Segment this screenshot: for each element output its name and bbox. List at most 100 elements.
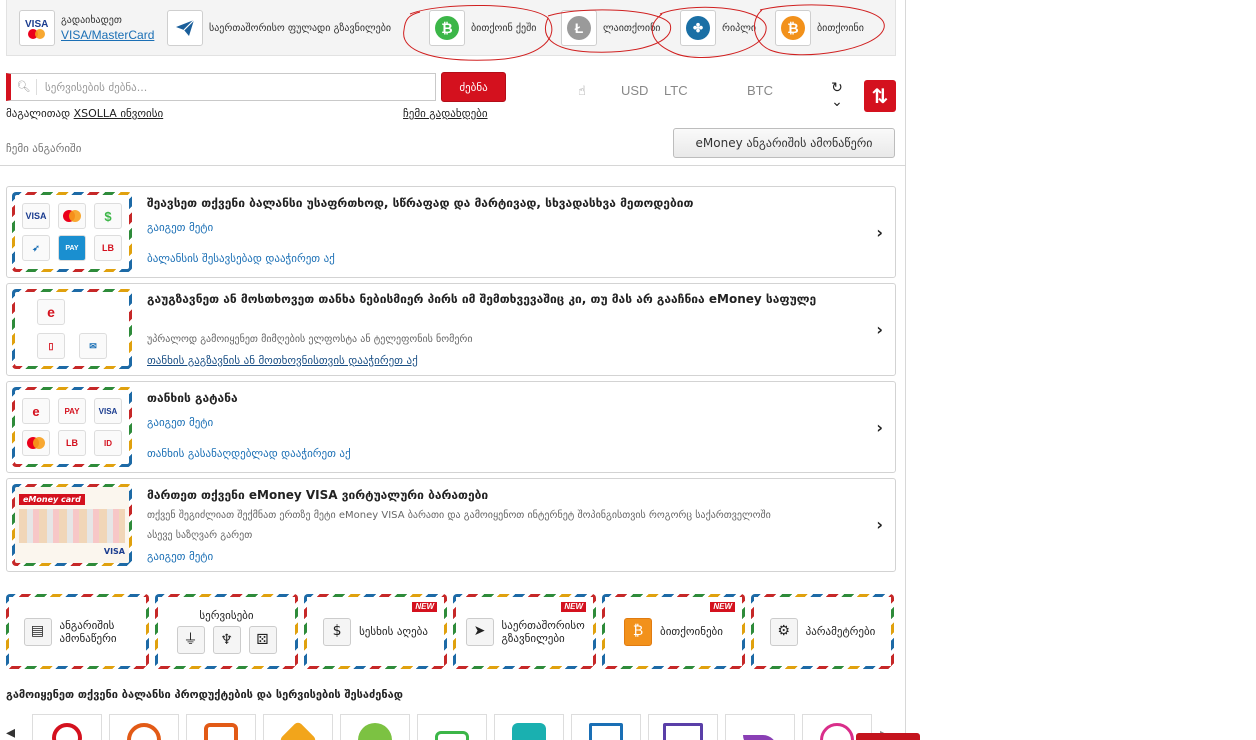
- paper-plane-icon: [167, 10, 203, 46]
- product-item[interactable]: [263, 714, 333, 740]
- method-international-transfers[interactable]: საერთაშორისო ფულადი გზავნილები: [167, 10, 391, 46]
- compass-logo-icon: [127, 723, 161, 740]
- gear-icon: ⚙: [769, 617, 798, 646]
- emoney-logo-icon: e: [22, 398, 50, 424]
- tile-bitcoins[interactable]: ₿ ბითქოინები NEW: [602, 594, 745, 669]
- card-logo-icon: [435, 731, 469, 740]
- chevron-down-icon[interactable]: ⌄: [831, 94, 843, 110]
- tile-services[interactable]: სერვისები ⏚ ♆ ⚄: [155, 594, 298, 669]
- xsolla-invoice-link[interactable]: XSOLLA ინვოისი: [74, 107, 164, 120]
- chevron-right-icon[interactable]: ›: [876, 418, 883, 437]
- search-input[interactable]: [37, 75, 435, 99]
- my-account-label: ჩემი ანგარიში: [6, 142, 82, 155]
- product-item[interactable]: [32, 714, 102, 740]
- search-example-prefix: მაგალითად: [6, 107, 71, 120]
- method-label: ბითქოინ ქეში: [471, 22, 537, 34]
- chevron-right-icon[interactable]: ›: [876, 515, 883, 534]
- tile-international-transfers[interactable]: ➤ საერთაშორისო გზავნილები NEW: [453, 594, 596, 669]
- fire-logo-icon: [52, 723, 82, 740]
- tile-label: ანგარიშის ამონაწერი: [59, 618, 117, 645]
- currency-ltc[interactable]: LTC: [664, 83, 688, 98]
- search-button[interactable]: ძებნა: [441, 72, 506, 102]
- method-litecoin[interactable]: Ł ლაითქოინი: [561, 10, 660, 46]
- transfer-icon: ➶: [22, 235, 50, 261]
- card-icons: eMoney card VISA: [12, 484, 132, 566]
- dice-icon: ⚄: [248, 626, 277, 654]
- bitcoin-cash-icon: ₿: [429, 10, 465, 46]
- method-label: ლაითქოინი: [603, 22, 661, 34]
- method-ripple[interactable]: ✤ რიპლი: [680, 10, 756, 46]
- search-icon: 🔍︎: [11, 79, 37, 95]
- top-up-link[interactable]: ბალანსის შესავსებად დააჭირეთ აქ: [147, 252, 335, 265]
- card-virtual-visa[interactable]: eMoney card VISA მართეთ თქვენი eMoney VI…: [6, 478, 896, 572]
- product-item[interactable]: [648, 714, 718, 740]
- emoney-logo-icon: e: [37, 299, 65, 325]
- paper-plane-icon: ➤: [465, 617, 494, 646]
- visa-icon: VISA: [94, 398, 122, 424]
- card-title: შეავსეთ თქვენი ბალანსი უსაფრთხოდ, სწრაფა…: [147, 196, 694, 210]
- method-visa-mastercard[interactable]: VISA გადაიხადეთ VISA/MasterCard: [19, 10, 154, 46]
- carousel-left-arrow-icon[interactable]: ◂: [6, 722, 15, 740]
- learn-more-link[interactable]: გაიგეთ მეტი: [147, 221, 213, 234]
- product-item[interactable]: [417, 714, 487, 740]
- card-description: უპრალოდ გამოიყენეთ მიმღების ელფოსტა ან ტ…: [147, 334, 473, 345]
- chevron-right-icon[interactable]: ›: [876, 320, 883, 339]
- method-label: რიპლი: [722, 22, 757, 34]
- card-send-request[interactable]: e ▯ ✉ გაუგზავნეთ ან მოსთხოვეთ თანხა ნები…: [6, 283, 896, 376]
- learn-more-link[interactable]: გაიგეთ მეტი: [147, 550, 213, 563]
- product-item[interactable]: [494, 714, 564, 740]
- search-box: 🔍︎: [6, 73, 436, 101]
- mail-icon: ✉: [79, 333, 107, 359]
- section-divider: [0, 165, 906, 166]
- swap-arrows-button[interactable]: ⇅: [864, 80, 896, 112]
- house-logo-icon: [278, 720, 318, 740]
- product-item[interactable]: [109, 714, 179, 740]
- chat-tab[interactable]: [856, 733, 920, 740]
- method-bitcoin-cash[interactable]: ₿ ბითქოინ ქეში: [429, 10, 536, 46]
- teal-logo-icon: [512, 723, 546, 740]
- calendar-logo-icon: [589, 723, 623, 740]
- plug-icon: ⏚: [176, 626, 205, 654]
- card-top-up[interactable]: VISA $ ➶ PAY LB შეავსეთ თქვენი ბალანსი უ…: [6, 186, 896, 278]
- tile-label: ბითქოინები: [660, 625, 723, 638]
- card-description: თქვენ შეგიძლიათ შექმნათ ერთზე მეტი eMone…: [147, 510, 771, 541]
- pink-logo-icon: [820, 723, 854, 740]
- method-label: საერთაშორისო ფულადი გზავნილები: [209, 22, 392, 34]
- card-withdraw[interactable]: e PAY VISA LB ID თანხის გატანა გაიგეთ მე…: [6, 381, 896, 473]
- refresh-icon[interactable]: ↻ ⌄: [829, 81, 845, 109]
- card-title: გაუგზავნეთ ან მოსთხოვეთ თანხა ნებისმიერ …: [147, 292, 817, 306]
- product-item[interactable]: [186, 714, 256, 740]
- products-section-title: გამოიყენეთ თქვენი ბალანსი პროდუქტების და…: [6, 688, 403, 701]
- lb-icon: LB: [58, 430, 86, 456]
- tile-account-statement[interactable]: ▤ ანგარიშის ამონაწერი: [6, 594, 149, 669]
- android-logo-icon: [358, 723, 392, 740]
- product-item[interactable]: [725, 714, 795, 740]
- plane-logo-icon: [743, 735, 777, 740]
- tile-settings[interactable]: ⚙ პარამეტრები: [751, 594, 894, 669]
- pointer-cursor-icon: ☝: [578, 84, 586, 99]
- tile-label: საერთაშორისო გზავნილები: [501, 618, 585, 645]
- send-request-link[interactable]: თანხის გაგზავნის ან მოთხოვნისთვის დააჭირ…: [147, 354, 418, 367]
- statement-icon: ▤: [23, 617, 52, 646]
- product-item[interactable]: [340, 714, 410, 740]
- lb-icon: LB: [94, 235, 122, 261]
- dollar-icon: $: [94, 203, 122, 229]
- method-bitcoin[interactable]: ₿ ბითქოინი: [775, 10, 864, 46]
- chevron-right-icon[interactable]: ›: [876, 223, 883, 242]
- card-icons: e ▯ ✉: [12, 289, 132, 369]
- tile-label: სესხის აღება: [359, 625, 428, 638]
- visa-mastercard-link[interactable]: VISA/MasterCard: [61, 28, 154, 42]
- learn-more-link[interactable]: გაიგეთ მეტი: [147, 416, 213, 429]
- withdraw-link[interactable]: თანხის გასანაღდებლად დააჭირეთ აქ: [147, 447, 351, 460]
- new-badge: NEW: [412, 602, 437, 612]
- emoney-card-label: eMoney card: [19, 494, 85, 505]
- tile-label: სერვისები: [199, 609, 254, 622]
- tile-loan[interactable]: $ სესხის აღება NEW: [304, 594, 447, 669]
- payment-methods-strip: VISA გადაიხადეთ VISA/MasterCard საერთაშორ…: [6, 0, 896, 56]
- purple-logo-icon: [663, 723, 703, 740]
- currency-btc[interactable]: BTC: [747, 83, 773, 98]
- emoney-statement-button[interactable]: eMoney ანგარიშის ამონაწერი: [673, 128, 895, 158]
- my-payments-link[interactable]: ჩემი გადახდები: [403, 107, 488, 120]
- currency-usd[interactable]: USD: [621, 83, 648, 98]
- product-item[interactable]: [571, 714, 641, 740]
